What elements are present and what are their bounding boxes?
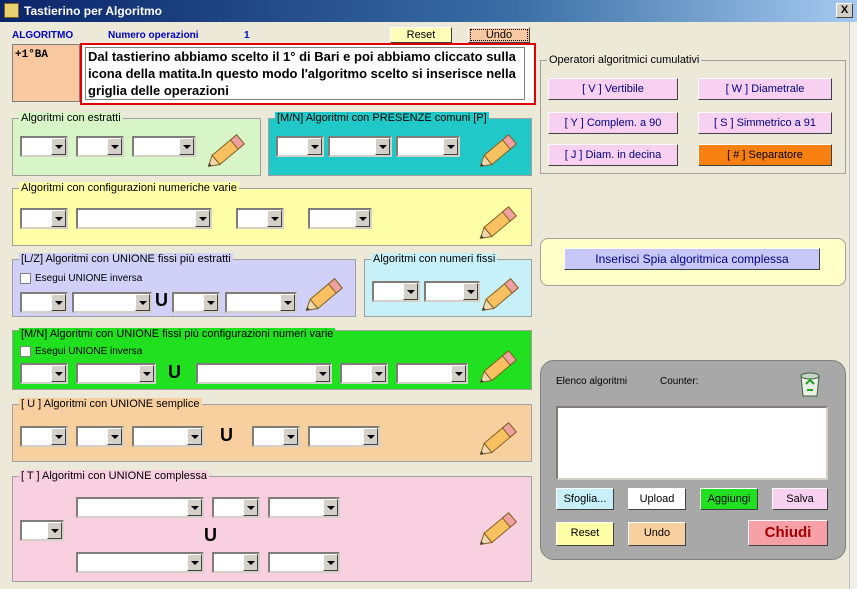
pencil-icon[interactable] (478, 126, 524, 172)
pencil-icon[interactable] (478, 198, 524, 244)
unione-inversa2-checkbox[interactable]: Esegui UNIONE inversa (20, 346, 142, 357)
algorithm-code-box: +1°BA (12, 44, 80, 102)
unione-fissi-combo-1[interactable] (20, 292, 68, 313)
pencil-icon[interactable] (480, 270, 526, 316)
pencil-icon[interactable] (478, 504, 524, 550)
group-operatori-label: Operatori algoritmici cumulativi (547, 54, 702, 66)
diam-decina-button[interactable]: [ J ] Diam. in decina (548, 144, 678, 166)
separatore-button[interactable]: [ # ] Separatore (698, 144, 832, 166)
window-title: Tastierino per Algoritmo (24, 4, 163, 18)
group-unione-semplice-label: [ U ] Algoritmi con UNIONE semplice (19, 398, 202, 410)
pencil-icon[interactable] (206, 126, 252, 172)
unione-complessa-combo-2[interactable] (76, 497, 204, 518)
pencil-icon[interactable] (478, 342, 524, 388)
numero-operazioni-value: 1 (244, 30, 250, 41)
numeri-fissi-combo-2[interactable] (424, 281, 480, 302)
group-presenze-label: [M/N] Algoritmi con PRESENZE comuni [P] (275, 112, 489, 124)
unione-complessa-combo-3[interactable] (212, 497, 260, 518)
header-undo-button[interactable]: Undo (468, 27, 530, 43)
unione-config-combo-2[interactable] (76, 363, 156, 384)
diametrale-button[interactable]: [ W ] Diametrale (698, 78, 832, 100)
title-bar: Tastierino per Algoritmo X (0, 0, 857, 22)
unione-inversa2-label: Esegui UNIONE inversa (35, 346, 143, 358)
simmetrico-91-button[interactable]: [ S ] Simmetrico a 91 (698, 112, 832, 134)
presenze-combo-2[interactable] (328, 136, 392, 157)
config-combo-3[interactable] (236, 208, 284, 229)
header-reset-button[interactable]: Reset (390, 27, 452, 43)
app-icon (4, 3, 19, 18)
config-combo-4[interactable] (308, 208, 372, 229)
union-symbol: U (155, 290, 168, 310)
elenco-list[interactable] (556, 406, 828, 480)
aggiungi-button[interactable]: Aggiungi (700, 488, 758, 510)
unione-semplice-combo-1[interactable] (20, 426, 68, 447)
presenze-combo-3[interactable] (396, 136, 460, 157)
elenco-undo-button[interactable]: Undo (628, 522, 686, 546)
unione-fissi-combo-3[interactable] (172, 292, 220, 313)
elenco-reset-button[interactable]: Reset (556, 522, 614, 546)
unione-config-combo-5[interactable] (396, 363, 468, 384)
spia-button[interactable]: Inserisci Spia algoritmica complessa (564, 248, 820, 270)
config-combo-1[interactable] (20, 208, 68, 229)
pencil-icon[interactable] (478, 414, 524, 460)
unione-config-combo-4[interactable] (340, 363, 388, 384)
numero-operazioni-label: Numero operazioni (108, 30, 199, 41)
pencil-icon[interactable] (304, 270, 350, 316)
group-estratti-label: Algoritmi con estratti (19, 112, 123, 124)
upload-button[interactable]: Upload (628, 488, 686, 510)
config-combo-2[interactable] (76, 208, 212, 229)
group-unione-config-label: [M/N] Algoritmi con UNIONE fissi più con… (19, 328, 336, 340)
group-unione-fissi-label: [L/Z] Algoritmi con UNIONE fissi più est… (19, 253, 233, 265)
unione-complessa-combo-7[interactable] (268, 552, 340, 573)
group-unione-complessa-label: [ T ] Algoritmi con UNIONE complessa (19, 470, 210, 482)
window-edge (849, 22, 857, 589)
unione-complessa-combo-6[interactable] (212, 552, 260, 573)
union-symbol: U (168, 362, 181, 382)
close-button[interactable]: X (836, 3, 853, 18)
group-numeri-fissi-label: Algoritmi con numeri fissi (371, 253, 498, 265)
algoritmo-label: ALGORITMO (12, 30, 74, 41)
estratti-combo-1[interactable] (20, 136, 68, 157)
numeri-fissi-combo-1[interactable] (372, 281, 420, 302)
note-box: Dal tastierino abbiamo scelto il 1° di B… (80, 43, 536, 105)
unione-semplice-combo-5[interactable] (308, 426, 380, 447)
unione-complessa-combo-5[interactable] (76, 552, 204, 573)
unione-semplice-combo-2[interactable] (76, 426, 124, 447)
presenze-combo-1[interactable] (276, 136, 324, 157)
union-symbol: U (204, 525, 217, 545)
group-config-label: Algoritmi con configurazioni numeriche v… (19, 182, 239, 194)
vertibile-button[interactable]: [ V ] Vertibile (548, 78, 678, 100)
estratti-combo-3[interactable] (132, 136, 196, 157)
unione-inversa-checkbox[interactable]: Esegui UNIONE inversa (20, 273, 142, 284)
sfoglia-button[interactable]: Sfoglia... (556, 488, 614, 510)
unione-complessa-combo-4[interactable] (268, 497, 340, 518)
chiudi-button[interactable]: Chiudi (748, 520, 828, 546)
unione-fissi-combo-2[interactable] (72, 292, 152, 313)
estratti-combo-2[interactable] (76, 136, 124, 157)
note-text: Dal tastierino abbiamo scelto il 1° di B… (85, 47, 525, 100)
unione-config-combo-1[interactable] (20, 363, 68, 384)
unione-config-combo-3[interactable] (196, 363, 332, 384)
counter-label: Counter: (660, 376, 699, 387)
complem-90-button[interactable]: [ Y ] Complem. a 90 (548, 112, 678, 134)
unione-semplice-combo-4[interactable] (252, 426, 300, 447)
unione-fissi-combo-4[interactable] (225, 292, 297, 313)
algorithm-code: +1°BA (15, 49, 49, 61)
union-symbol: U (220, 425, 233, 445)
recycle-bin-icon[interactable] (794, 366, 826, 398)
unione-semplice-combo-3[interactable] (132, 426, 204, 447)
unione-complessa-combo-1[interactable] (20, 520, 64, 541)
elenco-label: Elenco algoritmi (556, 376, 628, 387)
unione-inversa-label: Esegui UNIONE inversa (35, 273, 143, 285)
salva-button[interactable]: Salva (772, 488, 828, 510)
